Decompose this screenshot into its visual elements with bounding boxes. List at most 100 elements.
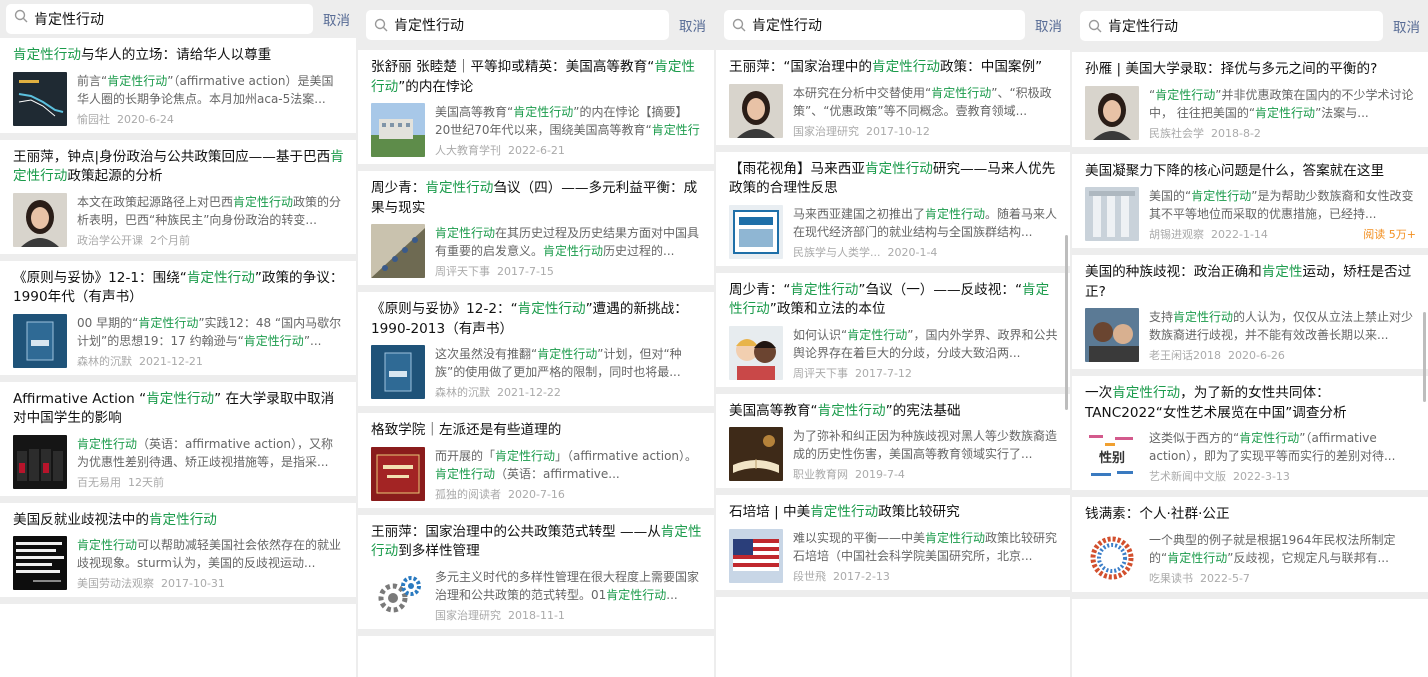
search-result-item[interactable]: 张舒丽 张睦楚｜平等抑或精英：美国高等教育“肯定性行动”的内在悖论 美国高等教育“… bbox=[358, 50, 714, 171]
search-result-item[interactable]: 《原则与妥协》12-1：围绕“肯定性行动”政策的争议：1990年代（有声书） 00… bbox=[0, 260, 356, 382]
keyword-highlight: 肯定性行动 bbox=[148, 511, 217, 528]
search-result-item[interactable]: Affirmative Action “肯定性行动” 在大学录取中取消对中国学生… bbox=[0, 381, 356, 503]
article-title: 周少青：肯定性行动刍议（四）——多元利益平衡：成果与现实 bbox=[371, 180, 698, 216]
account-name[interactable]: 民族学与人类学... bbox=[793, 246, 881, 259]
search-result-item[interactable]: 王丽萍：国家治理中的公共政策范式转型 ——从肯定性行动到多样性管理 多元主义时代的… bbox=[358, 514, 714, 636]
results-panel-4: 肯定性行动 取消 孙雁 | 美国大学录取：择优与多元之间的平衡的? “肯定性行动”… bbox=[1072, 0, 1428, 677]
account-name[interactable]: 孤独的阅读者 bbox=[435, 488, 501, 501]
account-name[interactable]: 人大教育学刊 bbox=[435, 144, 501, 157]
article-title: 美国高等教育“肯定性行动”的宪法基础 bbox=[729, 402, 961, 419]
account-name[interactable]: 百无易用 bbox=[77, 476, 121, 489]
publish-date: 2017-10-12 bbox=[866, 124, 930, 138]
search-result-item[interactable]: 《原则与妥协》12-2：“肯定性行动”遭遇的新挑战：1990-2013（有声书）… bbox=[358, 292, 714, 413]
keyword-highlight: 肯定性行动 bbox=[1191, 189, 1252, 203]
account-name[interactable]: 吃果读书 bbox=[1149, 572, 1193, 585]
account-name[interactable]: 周评天下事 bbox=[793, 367, 848, 380]
keyword-highlight: 肯定性行动 bbox=[543, 244, 604, 258]
result-info: 这类似于西方的“肯定性行动”（affirmative action），即为了实现… bbox=[1149, 429, 1416, 484]
article-thumbnail bbox=[729, 83, 783, 138]
article-title: 《原则与妥协》12-1：围绕“肯定性行动”政策的争议：1990年代（有声书） bbox=[13, 269, 344, 306]
search-result-item[interactable]: 美国凝聚力下降的核心问题是什么，答案就在这里 美国的“肯定性行动”是为帮助少数族裔… bbox=[1072, 153, 1428, 255]
cancel-button[interactable]: 取消 bbox=[679, 15, 706, 35]
results-panel-2: 肯定性行动 取消 张舒丽 张睦楚｜平等抑或精英：美国高等教育“肯定性行动”的内在… bbox=[358, 0, 714, 677]
keyword-highlight: 肯定性行动 bbox=[13, 148, 344, 185]
article-thumbnail bbox=[371, 567, 425, 622]
article-snippet: “肯定性行动”并非优惠政策在国内的不少学术讨论中， 往往把美国的“肯定性行动”法… bbox=[1149, 87, 1414, 120]
search-input[interactable]: 肯定性行动 bbox=[366, 10, 669, 40]
source-and-date: 胡锡进观察 2022-1-14 bbox=[1149, 226, 1268, 242]
search-input[interactable]: 肯定性行动 bbox=[724, 10, 1025, 40]
account-name[interactable]: 艺术新闻中文版 bbox=[1149, 470, 1226, 483]
article-title: 周少青：“肯定性行动”刍议（一）——反歧视：“肯定性行动”政策和立法的本位 bbox=[729, 281, 1050, 318]
cancel-button[interactable]: 取消 bbox=[1035, 15, 1062, 35]
account-name[interactable]: 民族社会学 bbox=[1149, 127, 1204, 140]
publish-date: 2021-12-21 bbox=[139, 354, 203, 368]
publish-date: 2020-1-4 bbox=[887, 245, 938, 259]
source-and-date: 森林的沉默 2021-12-21 bbox=[77, 353, 203, 369]
article-snippet: 马来西亚建国之初推出了肯定性行动。随着马来人在现代经济部门的就业结构与全国族群结… bbox=[793, 206, 1058, 239]
keyword-highlight: 肯定性行动 bbox=[371, 523, 702, 560]
search-result-item[interactable]: 孙雁 | 美国大学录取：择优与多元之间的平衡的? “肯定性行动”并非优惠政策在国内… bbox=[1072, 52, 1428, 154]
keyword-highlight: 肯定性行动 bbox=[847, 327, 908, 342]
article-snippet: 肯定性行动在其历史过程及历史结果方面对中国具有重要的启发意义。肯定性行动历史过程… bbox=[435, 226, 700, 258]
account-name[interactable]: 美国劳动法观察 bbox=[77, 577, 154, 590]
search-result-item[interactable]: 一次肯定性行动，为了新的女性共同体：TANC2022“女性艺术展览在中国”调查分… bbox=[1072, 376, 1428, 497]
result-body: “肯定性行动”并非优惠政策在国内的不少学术讨论中， 往往把美国的“肯定性行动”法… bbox=[1085, 85, 1416, 141]
scrollbar[interactable] bbox=[1065, 235, 1068, 410]
account-name[interactable]: 胡锡进观察 bbox=[1149, 228, 1204, 241]
result-body: 肯定性行动（英语：affirmative action），又称为优惠性差别待遇、… bbox=[13, 434, 344, 490]
account-name[interactable]: 段世飛 bbox=[793, 570, 826, 583]
search-result-item[interactable]: 周少青：“肯定性行动”刍议（一）——反歧视：“肯定性行动”政策和立法的本位如何认… bbox=[716, 272, 1070, 394]
search-result-item[interactable]: 王丽萍，钟点|身份政治与公共政策回应——基于巴西肯定性行动政策起源的分析 本文在政… bbox=[0, 139, 356, 261]
search-result-item[interactable]: 肯定性行动与华人的立场：请给华人以尊重 前言“肯定性行动”（affirmative… bbox=[0, 38, 356, 140]
result-info: 00 早期的“肯定性行动”实践12：48 “国内马歇尔计划”的思想19：17 约… bbox=[77, 314, 344, 369]
search-result-item[interactable]: 美国的种族歧视：政治正确和肯定性运动，矫枉是否过正? 支持肯定性行动的人认为，仅仅… bbox=[1072, 255, 1428, 376]
account-name[interactable]: 国家治理研究 bbox=[435, 609, 501, 622]
search-result-item[interactable]: 石培培 | 中美肯定性行动政策比较研究 难以实现的平衡——中美肯定性行动政策比较研… bbox=[716, 495, 1070, 597]
article-thumbnail bbox=[729, 427, 783, 481]
account-name[interactable]: 周评天下事 bbox=[435, 265, 490, 278]
article-snippet: 本文在政策起源路径上对巴西肯定性行动政策的分析表明，巴西“种族民主”向身份政治的… bbox=[77, 194, 342, 227]
result-info: 肯定性行动（英语：affirmative action），又称为优惠性差别待遇、… bbox=[77, 435, 344, 490]
result-body: 本文在政策起源路径上对巴西肯定性行动政策的分析表明，巴西“种族民主”向身份政治的… bbox=[13, 192, 344, 248]
search-result-item[interactable]: 王丽萍：“国家治理中的肯定性行动政策：中国案例” 本研究在分析中交替使用“肯定性行… bbox=[716, 50, 1070, 152]
article-thumbnail bbox=[1085, 308, 1139, 362]
cancel-button[interactable]: 取消 bbox=[323, 9, 350, 29]
account-name[interactable]: 职业教育网 bbox=[793, 468, 848, 481]
search-result-item[interactable]: 美国高等教育“肯定性行动”的宪法基础为了弥补和纠正因为种族歧视对黑人等少数族裔造… bbox=[716, 393, 1070, 495]
search-result-item[interactable]: 美国反就业歧视法中的肯定性行动 肯定性行动可以帮助减轻美国社会依然存在的就业歧视现… bbox=[0, 502, 356, 604]
article-title: 一次肯定性行动，为了新的女性共同体：TANC2022“女性艺术展览在中国”调查分… bbox=[1085, 385, 1347, 421]
article-thumbnail bbox=[371, 224, 425, 278]
search-result-item[interactable]: 钱满素：个人·社群·公正 一个典型的例子就是根据1964年民权法所制定的“肯定性行… bbox=[1072, 497, 1428, 599]
account-name[interactable]: 森林的沉默 bbox=[77, 355, 132, 368]
source-and-date: 愉园社 2020-6-24 bbox=[77, 111, 174, 127]
source-and-date: 国家治理研究 2018-11-1 bbox=[435, 607, 565, 623]
account-name[interactable]: 愉园社 bbox=[77, 113, 110, 126]
publish-date: 2020-6-26 bbox=[1228, 349, 1285, 362]
article-meta: 吃果读书 2022-5-7 bbox=[1149, 570, 1416, 586]
result-info: 本文在政策起源路径上对巴西肯定性行动政策的分析表明，巴西“种族民主”向身份政治的… bbox=[77, 193, 344, 248]
result-body: 如何认识“肯定性行动”，国内外学界、政界和公共舆论界存在着巨大的分歧，分歧大致沿… bbox=[729, 325, 1058, 381]
keyword-highlight: 肯定性行动 bbox=[1255, 105, 1316, 120]
keyword-highlight: 肯定性行动 bbox=[77, 436, 138, 451]
publish-date: 2022-6-21 bbox=[508, 144, 565, 157]
search-input[interactable]: 肯定性行动 bbox=[1080, 11, 1383, 41]
article-snippet: 一个典型的例子就是根据1964年民权法所制定的“肯定性行动”反歧视，它规定凡与联… bbox=[1149, 532, 1396, 565]
search-result-item[interactable]: 格致学院｜左派还是有些道理的 而开展的「肯定性行动」（affirmative ac… bbox=[358, 413, 714, 515]
source-and-date: 职业教育网 2019-7-4 bbox=[793, 466, 905, 482]
article-snippet: 这类似于西方的“肯定性行动”（affirmative action），即为了实现… bbox=[1149, 431, 1396, 463]
search-result-item[interactable]: 周少青：肯定性行动刍议（四）——多元利益平衡：成果与现实肯定性行动在其历史过程及… bbox=[358, 171, 714, 292]
keyword-highlight: 肯定性行动 bbox=[931, 85, 992, 100]
cancel-button[interactable]: 取消 bbox=[1393, 16, 1420, 36]
result-info: 这次虽然没有推翻“肯定性行动”计划，但对“种族”的使用做了更加严格的限制，同时也… bbox=[435, 345, 702, 400]
scrollbar[interactable] bbox=[1423, 312, 1426, 402]
search-result-item[interactable]: 【雨花视角】马来西亚肯定性行动研究——马来人优先政策的合理性反思 马来西亚建国之初… bbox=[716, 151, 1070, 273]
account-name[interactable]: 国家治理研究 bbox=[793, 125, 859, 138]
account-name[interactable]: 政治学公开课 bbox=[77, 234, 143, 247]
account-name[interactable]: 森林的沉默 bbox=[435, 386, 490, 399]
article-snippet: 为了弥补和纠正因为种族歧视对黑人等少数族裔造成的历史性伤害，美国高等教育领域实行… bbox=[793, 429, 1058, 461]
result-info: 肯定性行动可以帮助减轻美国社会依然存在的就业歧视现象。sturm认为，美国的反歧… bbox=[77, 536, 344, 591]
search-input[interactable]: 肯定性行动 bbox=[6, 4, 313, 34]
account-name[interactable]: 老王闲话2018 bbox=[1149, 349, 1221, 362]
keyword-highlight: 肯定性行动 bbox=[425, 180, 494, 196]
